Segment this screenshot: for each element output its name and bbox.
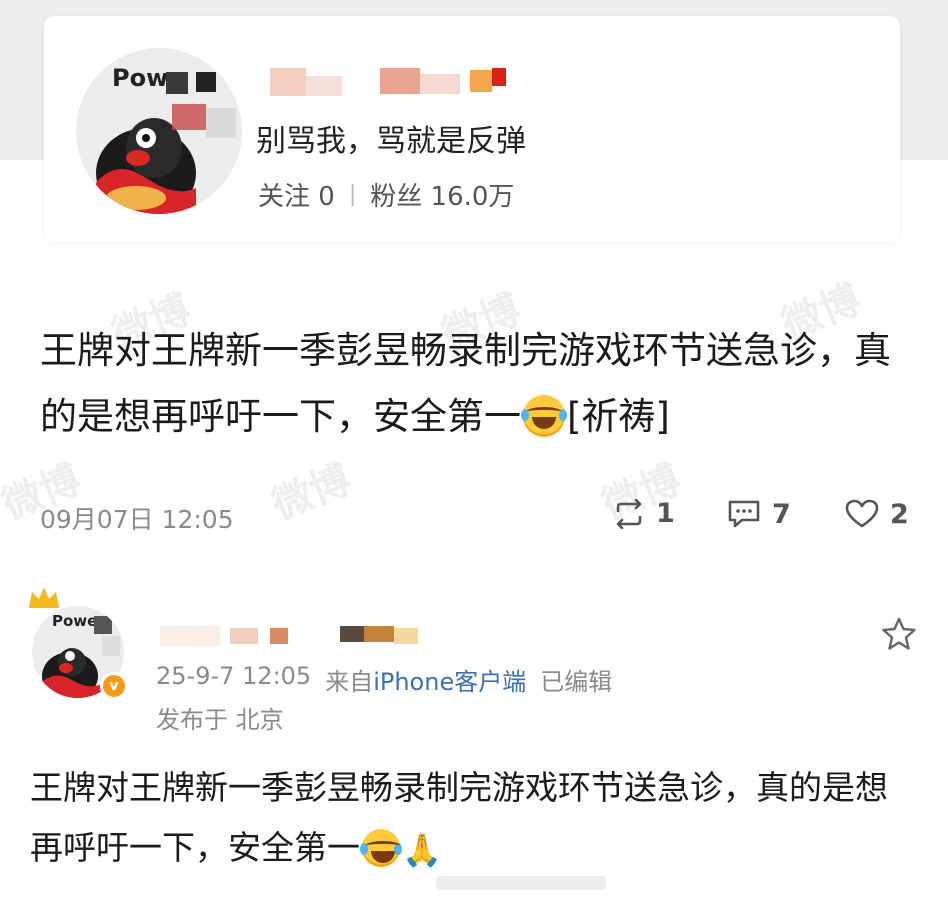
repost-button[interactable]: 1	[612, 498, 675, 529]
followers-stat[interactable]: 粉丝 16.0万	[370, 176, 514, 213]
profile-bio: 别骂我，骂就是反弹	[256, 124, 526, 159]
mosaic-blur	[102, 636, 120, 656]
pray-tag: [祈祷]	[567, 395, 670, 438]
like-count: 2	[890, 498, 909, 530]
pray-emoji-icon: 🙏	[402, 831, 442, 869]
source-prefix: 来自	[325, 668, 374, 696]
edited-label: 已编辑	[540, 668, 613, 696]
repost-count: 1	[656, 498, 675, 529]
profile-avatar[interactable]: Pow	[76, 48, 242, 214]
comment-meta: 25-9-7 12:05 来自iPhone客户端 已编辑	[156, 662, 612, 697]
blurred-footer	[436, 876, 606, 890]
following-count: 0	[318, 182, 335, 212]
post-text: 王牌对王牌新一季彭昱畅录制完游戏环节送急诊，真的是想再呼吁一下，安全第一	[40, 329, 891, 438]
stat-divider: |	[348, 182, 357, 207]
source-link[interactable]: iPhone客户端	[373, 668, 526, 696]
post-body: 王牌对王牌新一季彭昱畅录制完游戏环节送急诊，真的是想再呼吁一下，安全第一 [祈祷]	[40, 318, 900, 450]
comment-source: 来自iPhone客户端	[325, 662, 526, 697]
mosaic-blur	[166, 72, 188, 94]
like-button[interactable]: 2	[844, 498, 909, 530]
post-meta: 09月07日 12:05 1 7 2	[40, 498, 910, 538]
followers-count: 16.0万	[430, 182, 515, 212]
mosaic-blur	[196, 72, 216, 92]
repost-icon	[616, 498, 642, 529]
followers-label: 粉丝	[370, 182, 423, 212]
comment-date: 25-9-7 12:05	[156, 662, 312, 690]
post-date: 09月07日 12:05	[40, 505, 234, 534]
heart-icon	[845, 499, 879, 528]
comment-body: 王牌对王牌新一季彭昱畅录制完游戏环节送急诊，真的是想再呼吁一下，安全第一 🙏	[30, 758, 920, 880]
mosaic-blur	[94, 616, 112, 634]
comment-button[interactable]: 7	[726, 498, 791, 530]
laugh-cry-emoji-icon	[521, 395, 567, 437]
verified-badge-icon: v	[100, 672, 128, 700]
mosaic-blur	[206, 108, 236, 138]
following-stat[interactable]: 关注 0	[258, 176, 335, 213]
blurred-username	[270, 66, 510, 106]
comment-text: 王牌对王牌新一季彭昱畅录制完游戏环节送急诊，真的是想再呼吁一下，安全第一	[30, 768, 888, 867]
blurred-commenter-name	[160, 620, 430, 650]
mosaic-blur	[172, 104, 206, 130]
comment-count: 7	[772, 498, 791, 530]
comment-location: 发布于 北京	[156, 706, 284, 734]
comment-icon	[728, 500, 760, 528]
star-icon[interactable]	[880, 616, 918, 652]
profile-stats: 关注 0 | 粉丝 16.0万	[258, 176, 514, 213]
following-label: 关注	[258, 182, 311, 212]
laugh-cry-emoji-icon	[360, 829, 402, 867]
